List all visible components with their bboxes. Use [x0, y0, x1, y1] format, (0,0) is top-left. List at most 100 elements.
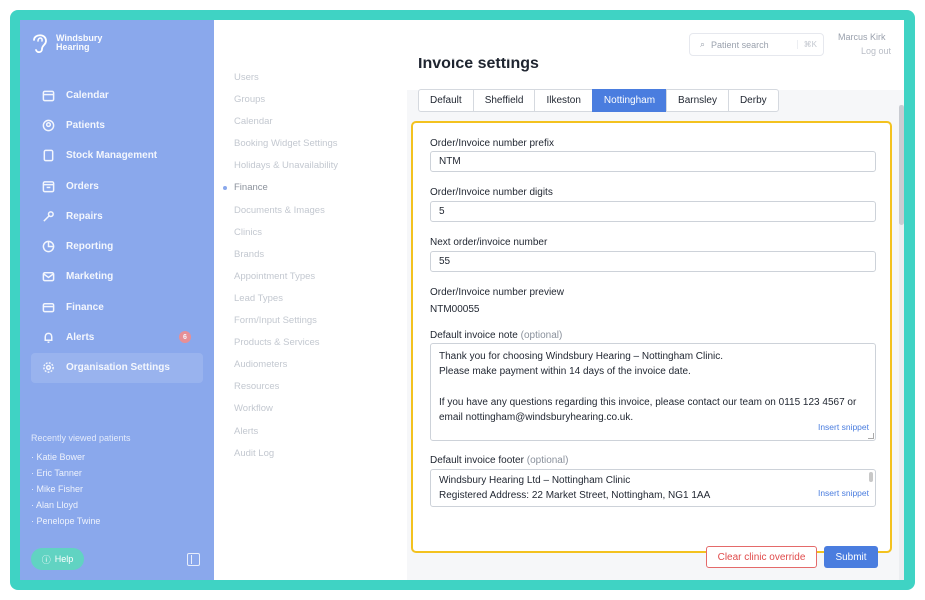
tab-default[interactable]: Default [418, 89, 474, 112]
footer-label-text: Default invoice footer [430, 455, 524, 466]
settings-menu-item[interactable]: Calendar [226, 116, 406, 138]
sidebar-item-calendar[interactable]: Calendar [20, 80, 214, 110]
collapse-sidebar-icon[interactable] [187, 553, 200, 566]
recent-patient-name: Eric Tanner [36, 468, 82, 478]
footer-line: Windsbury Hearing Ltd – Nottingham Clini… [439, 475, 631, 486]
recent-patients-title: Recently viewed patients [31, 433, 131, 443]
optional-hint: (optional) [520, 330, 563, 341]
footer-line: Registered Address: 22 Market Street, No… [439, 490, 711, 502]
settings-menu-item[interactable]: Booking Widget Settings [226, 138, 406, 160]
recent-patient-item[interactable]: · Eric Tanner [31, 468, 100, 484]
orders-icon [41, 179, 55, 193]
settings-menu-item[interactable]: Form/Input Settings [226, 315, 406, 337]
settings-menu-item[interactable]: Workflow [226, 403, 406, 425]
settings-menu-item[interactable]: Lead Types [226, 293, 406, 315]
settings-menu-item[interactable]: Audit Log [226, 448, 406, 470]
settings-menu-item[interactable]: Clinics [226, 227, 406, 249]
submit-button[interactable]: Submit [824, 546, 878, 568]
ear-logo-icon [33, 34, 47, 54]
recent-patient-name: Penelope Twine [36, 516, 101, 526]
chart-icon [41, 240, 55, 254]
brand-logo[interactable]: Windsbury Hearing [30, 31, 102, 55]
settings-menu-item[interactable]: Holidays & Unavailability [226, 160, 406, 182]
tab-nottingham[interactable]: Nottingham [591, 89, 668, 112]
sidebar-item-label: Patients [66, 119, 105, 131]
note-line: Thank you for choosing Windsbury Hearing… [439, 351, 724, 362]
tab-sheffield[interactable]: Sheffield [472, 89, 536, 112]
search-shortcut: ⌘K [796, 40, 817, 49]
content-scrollbar-thumb[interactable] [899, 105, 904, 225]
sidebar: Windsbury Hearing Calendar Patients Stoc… [20, 20, 214, 580]
prefix-input[interactable]: NTM [430, 151, 876, 172]
insert-snippet-link[interactable]: Insert snippet [818, 420, 869, 435]
invoice-footer-textarea[interactable]: Windsbury Hearing Ltd – Nottingham Clini… [430, 469, 876, 507]
settings-menu-item[interactable]: Audiometers [226, 359, 406, 381]
brand-name: Windsbury Hearing [56, 34, 102, 52]
sidebar-item-label: Finance [66, 301, 104, 313]
brand-line-2: Hearing [56, 42, 90, 52]
digits-label: Order/Invoice number digits [430, 187, 553, 198]
logout-link[interactable]: Log out [861, 46, 891, 56]
tab-derby[interactable]: Derby [727, 89, 779, 112]
sidebar-nav: Calendar Patients Stock Management Order… [20, 80, 214, 383]
sidebar-item-stock-management[interactable]: Stock Management [20, 141, 214, 171]
settings-menu-item-finance[interactable]: Finance [223, 182, 406, 204]
insert-snippet-link[interactable]: Insert snippet [818, 486, 869, 501]
settings-menu-item[interactable]: Brands [226, 249, 406, 271]
note-line: email nottingham@windsburyhearing.co.uk. [439, 411, 634, 423]
settings-menu-item[interactable]: Groups [226, 94, 406, 116]
recent-patient-item[interactable]: · Alan Lloyd [31, 500, 100, 516]
clinic-tabs: Default Sheffield Ilkeston Nottingham Ba… [418, 89, 779, 112]
invoice-settings-form: Order/Invoice number prefix NTM Order/In… [411, 121, 892, 568]
alerts-count-badge: 6 [179, 331, 191, 344]
tab-barnsley[interactable]: Barnsley [666, 89, 729, 112]
sidebar-item-marketing[interactable]: Marketing [20, 262, 214, 292]
stock-icon [41, 149, 55, 163]
recent-patient-item[interactable]: · Katie Bower [31, 452, 100, 468]
sidebar-item-alerts[interactable]: Alerts 6 [20, 322, 214, 352]
sidebar-item-orders[interactable]: Orders [20, 171, 214, 201]
search-icon: ⌕ [700, 39, 706, 49]
next-number-label: Next order/invoice number [430, 237, 548, 248]
help-label: Help [54, 554, 74, 564]
note-label: Default invoice note (optional) [430, 330, 562, 341]
settings-menu-item[interactable]: Users [226, 72, 406, 94]
search-placeholder: Patient search [711, 39, 769, 50]
help-button[interactable]: ⓘ Help [31, 548, 84, 570]
sidebar-item-label: Stock Management [66, 150, 158, 162]
digits-input[interactable]: 5 [430, 201, 876, 222]
mail-icon [41, 270, 55, 284]
tab-ilkeston[interactable]: Ilkeston [534, 89, 593, 112]
settings-menu-item[interactable]: Resources [226, 381, 406, 403]
footer-scrollbar[interactable] [869, 472, 873, 482]
recent-patient-name: Alan Lloyd [36, 500, 79, 510]
recent-patient-name: Katie Bower [36, 452, 86, 462]
resize-handle-icon[interactable] [868, 433, 874, 439]
sidebar-item-label: Reporting [66, 241, 114, 253]
optional-hint: (optional) [526, 455, 569, 466]
invoice-note-textarea[interactable]: Thank you for choosing Windsbury Hearing… [430, 343, 876, 441]
sidebar-item-label: Marketing [66, 271, 114, 283]
patient-search-input[interactable]: ⌕ Patient search ⌘K [689, 33, 824, 56]
settings-menu-item[interactable]: Documents & Images [226, 205, 406, 227]
help-circle-icon: ⓘ [41, 554, 51, 565]
settings-menu-item[interactable]: Alerts [226, 426, 406, 448]
settings-menu-item[interactable]: Appointment Types [226, 271, 406, 293]
user-name: Marcus Kirk [838, 32, 886, 42]
sidebar-item-organisation-settings[interactable]: Organisation Settings [31, 352, 203, 383]
recent-patient-item[interactable]: · Penelope Twine [31, 516, 100, 532]
sidebar-item-label: Repairs [66, 210, 103, 222]
recent-patient-item[interactable]: · Mike Fisher [31, 484, 100, 500]
recent-patient-name: Mike Fisher [36, 484, 84, 494]
patients-icon [41, 118, 55, 132]
wrench-icon [41, 209, 55, 223]
next-number-input[interactable]: 55 [430, 251, 876, 272]
sidebar-item-finance[interactable]: Finance [20, 292, 214, 322]
sidebar-item-label: Alerts [66, 332, 95, 344]
clear-clinic-override-button[interactable]: Clear clinic override [706, 546, 817, 568]
note-line: If you have any questions regarding this… [439, 396, 857, 408]
sidebar-item-patients[interactable]: Patients [20, 110, 214, 140]
settings-menu-item[interactable]: Products & Services [226, 337, 406, 359]
sidebar-item-reporting[interactable]: Reporting [20, 231, 214, 261]
sidebar-item-repairs[interactable]: Repairs [20, 201, 214, 231]
